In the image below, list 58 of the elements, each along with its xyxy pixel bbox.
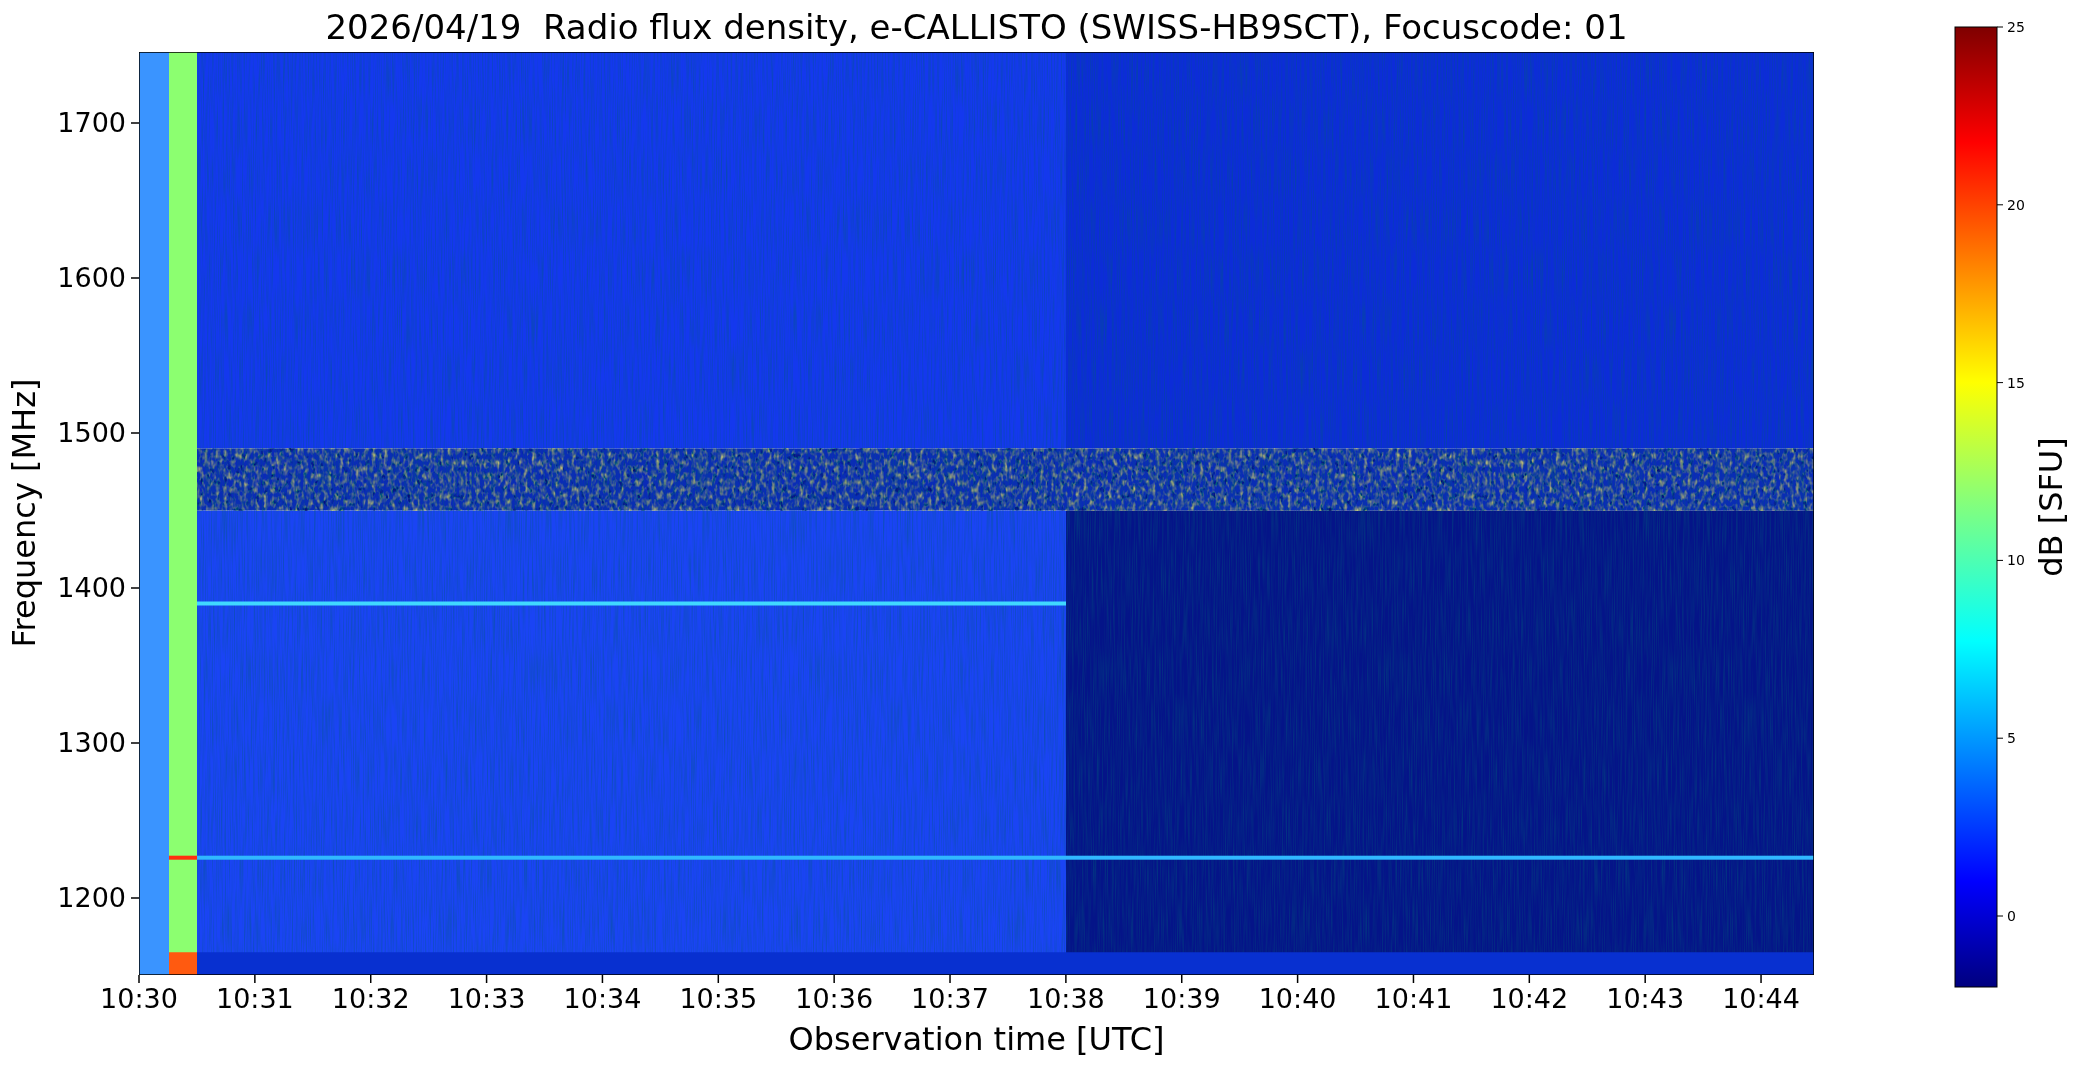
axis-tick-label: 1500: [57, 417, 126, 448]
axis-tick-label: 10:32: [331, 983, 410, 1014]
axis-tick-label: 10:37: [911, 983, 989, 1014]
tick-mark: [1181, 974, 1183, 984]
axis-tick-label: 10:36: [795, 983, 874, 1014]
colorbar-tick-label: 10: [2007, 552, 2025, 569]
tick-mark: [1296, 974, 1299, 984]
tick-mark: [1996, 559, 2004, 561]
colorbar-tick-label: 15: [2007, 374, 2025, 391]
colorbar-tick-label: 25: [2007, 19, 2025, 35]
axis-tick-label: 10:41: [1374, 983, 1453, 1014]
axis-tick-label: 10:34: [563, 983, 642, 1014]
axis-tick-label: 10:30: [100, 983, 178, 1014]
tick-mark: [717, 974, 720, 984]
axis-tick-label: 10:44: [1722, 983, 1800, 1014]
axis-tick-label: 10:43: [1606, 983, 1685, 1014]
tick-mark: [130, 122, 140, 124]
tick-mark: [254, 974, 256, 984]
axis-tick-label: 10:40: [1258, 983, 1337, 1014]
tick-mark: [1412, 974, 1415, 984]
axis-tick-label: 1300: [57, 727, 126, 758]
axis-tick-label: 10:35: [679, 983, 758, 1014]
axis-tick-label: 1400: [57, 572, 126, 603]
tick-mark: [1065, 974, 1067, 984]
tick-mark: [949, 974, 951, 984]
tick-mark: [1996, 204, 2004, 206]
tick-mark: [130, 587, 140, 589]
tick-mark: [1996, 737, 2004, 739]
tick-mark: [1760, 974, 1762, 984]
tick-mark: [369, 974, 372, 984]
tick-mark: [130, 897, 140, 899]
colorbar-tick-label: 20: [2007, 196, 2025, 213]
axis-tick-label: 10:31: [215, 983, 294, 1014]
axis-tick-label: 10:39: [1142, 983, 1221, 1014]
axis-tick-label: 1200: [57, 882, 126, 913]
axis-title: Observation time [UTC]: [788, 1020, 1165, 1058]
tick-mark: [833, 974, 835, 984]
tick-mark: [485, 974, 488, 984]
axis-tick-label: 10:33: [447, 983, 526, 1014]
tick-mark: [1996, 915, 2004, 917]
axis-tick-label: 1600: [57, 262, 126, 293]
tick-mark: [1644, 974, 1646, 984]
tick-mark: [130, 277, 140, 279]
axis-title: Frequency [MHz]: [5, 378, 43, 648]
axis-tick-label: 1700: [57, 107, 126, 138]
axis-tick-label: 10:38: [1026, 983, 1105, 1014]
tick-mark: [1528, 974, 1531, 984]
chart-title: 2026/04/19 Radio flux density, e-CALLISTO (SWISS-HB9SCT), Focuscode: 01: [325, 7, 1628, 47]
colorbar-tick-label: 0: [2007, 908, 2016, 924]
tick-mark: [1996, 382, 2004, 384]
tick-mark: [1996, 26, 2004, 28]
colorbar-tick-label: 5: [2007, 730, 2016, 747]
axis-tick-label: 10:42: [1490, 983, 1569, 1014]
tick-mark: [130, 742, 140, 744]
colorbar-title: dB [SFU]: [2032, 437, 2070, 577]
tick-mark: [138, 974, 140, 984]
tick-mark: [601, 974, 604, 984]
tick-mark: [130, 432, 140, 434]
